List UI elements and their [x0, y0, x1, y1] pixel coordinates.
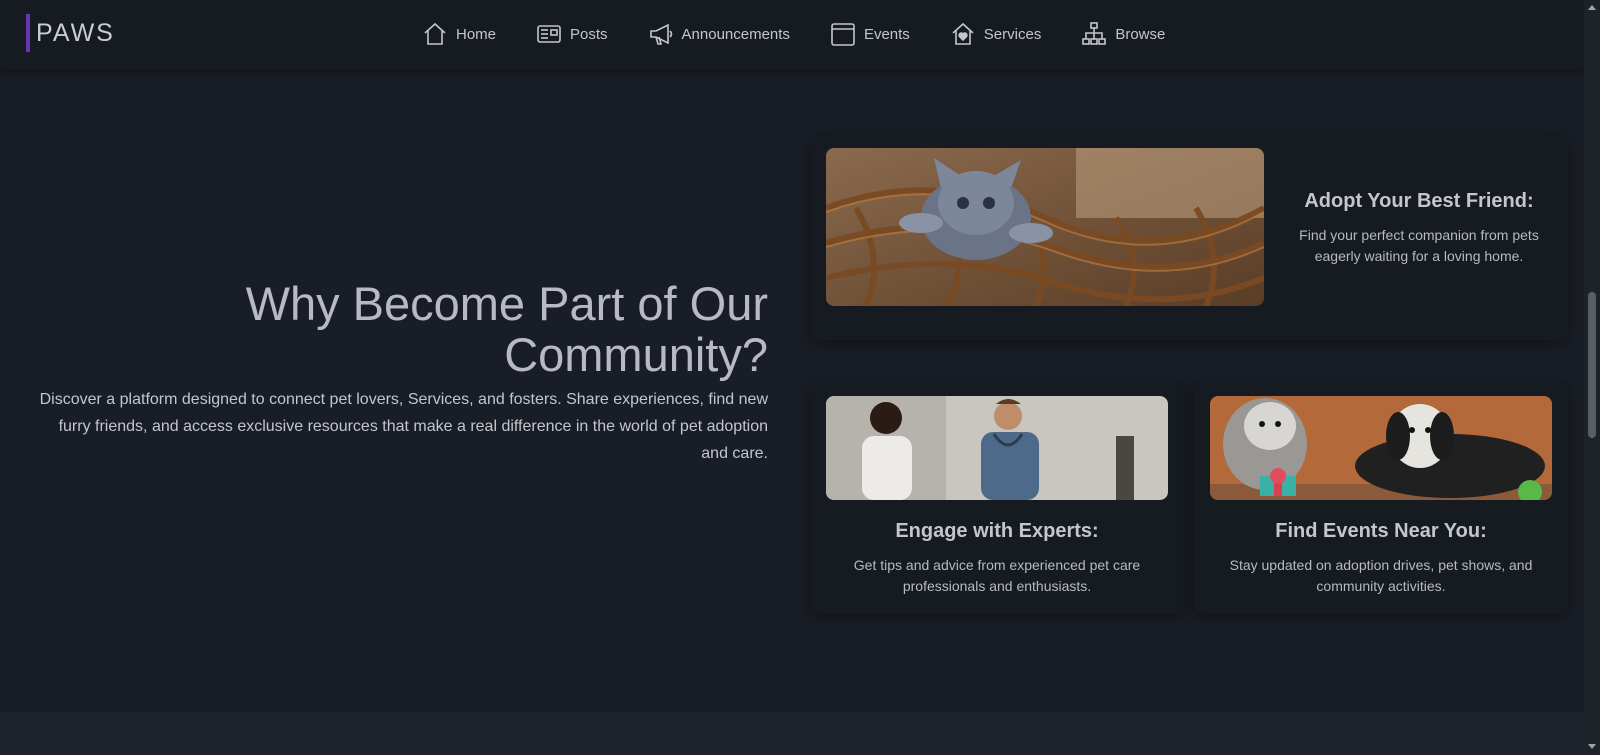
newspaper-icon	[537, 25, 561, 43]
footer-strip	[0, 712, 1584, 755]
feature-card-events: Find Events Near You: Stay updated on ad…	[1194, 380, 1568, 614]
feature-description: Find your perfect companion from pets ea…	[1299, 227, 1539, 264]
nav-item-events[interactable]: Events	[830, 18, 910, 50]
feature-card-text: Engage with Experts: Get tips and advice…	[820, 520, 1174, 597]
nav-item-label: Browse	[1115, 25, 1166, 43]
calendar-icon	[831, 23, 855, 46]
kitten-in-basket-photo	[826, 148, 1264, 306]
feature-card-experts: Engage with Experts: Get tips and advice…	[810, 380, 1184, 614]
feature-description: Get tips and advice from experienced pet…	[853, 557, 1141, 594]
scroll-down-arrow-icon[interactable]	[1588, 744, 1596, 749]
home-icon	[424, 22, 446, 45]
scrollbar-thumb[interactable]	[1588, 292, 1596, 438]
vet-staff-photo	[826, 396, 1168, 500]
sitemap-icon	[1082, 22, 1107, 45]
megaphone-icon	[649, 23, 672, 45]
nav-item-label: Home	[456, 25, 497, 43]
nav-item-announcements[interactable]: Announcements	[648, 18, 790, 50]
feature-card-adopt: Adopt Your Best Friend: Find your perfec…	[810, 134, 1568, 340]
site-logo[interactable]: PAWS	[26, 14, 115, 52]
nav-item-home[interactable]: Home	[422, 18, 496, 50]
nav-links: Home Posts Announcements Events Services…	[422, 18, 1205, 50]
feature-title: Adopt Your Best Friend:	[1304, 190, 1534, 212]
feature-card-text: Adopt Your Best Friend: Find your perfec…	[1278, 190, 1560, 267]
section-title: Why Become Part of Our Community?	[245, 277, 768, 381]
page-scrollbar[interactable]	[1584, 0, 1600, 755]
top-navbar: PAWS Home Posts Announcements Events Ser…	[0, 0, 1584, 70]
feature-card-text: Find Events Near You: Stay updated on ad…	[1204, 520, 1558, 597]
nav-item-services[interactable]: Services	[950, 18, 1042, 50]
feature-title: Engage with Experts:	[895, 520, 1099, 542]
community-intro: Why Become Part of Our Community? Discov…	[30, 278, 768, 467]
feature-description: Stay updated on adoption drives, pet sho…	[1229, 557, 1533, 594]
feature-title: Find Events Near You:	[1275, 520, 1487, 542]
nav-item-label: Services	[983, 25, 1042, 43]
house-heart-icon	[952, 22, 974, 45]
nav-item-label: Posts	[570, 25, 608, 43]
dogs-with-gifts-photo	[1210, 396, 1552, 500]
nav-item-browse[interactable]: Browse	[1081, 18, 1165, 50]
nav-item-label: Events	[863, 25, 910, 43]
nav-item-label: Announcements	[681, 25, 790, 43]
scroll-up-arrow-icon[interactable]	[1588, 5, 1596, 10]
nav-item-posts[interactable]: Posts	[536, 18, 608, 50]
section-description: Discover a platform designed to connect …	[39, 391, 768, 462]
